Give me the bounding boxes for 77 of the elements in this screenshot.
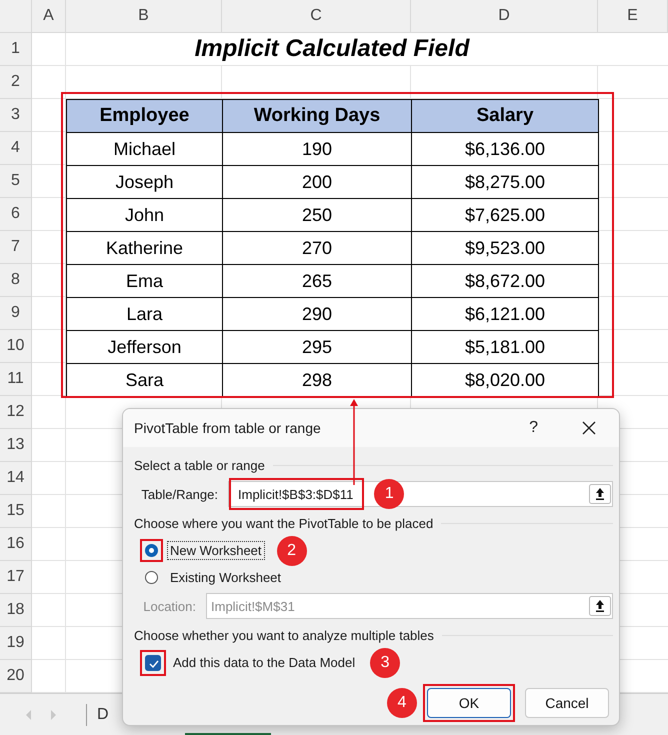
table-cell: Sara — [66, 363, 223, 397]
help-button[interactable]: ? — [529, 419, 538, 437]
row-header[interactable]: 16 — [0, 528, 32, 561]
dialog-title: PivotTable from table or range — [134, 420, 322, 436]
option-label[interactable]: New Worksheet — [168, 542, 264, 559]
table-cell: Michael — [66, 132, 223, 166]
table-cell: 190 — [222, 132, 412, 166]
row-header[interactable]: 1 — [0, 33, 32, 66]
collapse-dialog-icon[interactable] — [589, 484, 611, 504]
section-label: Select a table or range — [134, 458, 265, 472]
table-cell: Jefferson — [66, 330, 223, 364]
cancel-button[interactable]: Cancel — [525, 688, 609, 718]
table-cell: Katherine — [66, 231, 223, 265]
row-header[interactable]: 19 — [0, 627, 32, 660]
row-header[interactable]: 15 — [0, 495, 32, 528]
table-cell: 295 — [222, 330, 412, 364]
row-header[interactable]: 13 — [0, 429, 32, 462]
checkbox-label[interactable]: Add this data to the Data Model — [171, 654, 358, 671]
step-callout: 3 — [370, 648, 400, 678]
step-callout: 2 — [276, 536, 307, 566]
column-header[interactable]: D — [411, 0, 598, 33]
row-header[interactable]: 3 — [0, 99, 32, 132]
table-cell: John — [66, 198, 223, 232]
table-cell: $6,136.00 — [411, 132, 599, 166]
table-header-cell: Employee — [66, 99, 223, 133]
close-icon[interactable] — [582, 421, 596, 435]
table-cell: $8,672.00 — [411, 264, 599, 298]
field-value: Implicit!$M$31 — [210, 598, 296, 616]
row-header[interactable]: 18 — [0, 594, 32, 627]
row-header[interactable]: 7 — [0, 231, 32, 264]
row-header[interactable]: 20 — [0, 660, 32, 693]
table-header-cell: Working Days — [222, 99, 412, 133]
row-header[interactable]: 14 — [0, 462, 32, 495]
table-cell: 200 — [222, 165, 412, 199]
row-header[interactable]: 10 — [0, 330, 32, 363]
row-header[interactable]: 11 — [0, 363, 32, 396]
step-callout: 4 — [387, 688, 417, 718]
radio-button[interactable] — [145, 544, 158, 557]
column-header[interactable]: B — [66, 0, 222, 33]
field-label: Table/Range: — [140, 486, 219, 502]
column-header[interactable]: A — [32, 0, 66, 33]
row-header[interactable]: 9 — [0, 297, 32, 330]
table-cell: 265 — [222, 264, 412, 298]
radio-button[interactable] — [145, 571, 158, 584]
section-label: Choose where you want the PivotTable to be placed — [134, 516, 434, 530]
section-label: Choose whether you want to analyze multiple tables — [134, 628, 434, 642]
column-header[interactable]: C — [222, 0, 411, 33]
field-label: Location: — [142, 598, 197, 614]
ok-button[interactable]: OK — [427, 688, 511, 718]
table-cell: Lara — [66, 297, 223, 331]
row-header[interactable]: 17 — [0, 561, 32, 594]
step-callout: 1 — [374, 479, 404, 509]
row-header[interactable]: 2 — [0, 66, 32, 99]
table-cell: Ema — [66, 264, 223, 298]
row-header[interactable]: 5 — [0, 165, 32, 198]
table-cell: 298 — [222, 363, 412, 397]
range-field[interactable]: Implicit!$B$3:$D$11 1 — [228, 481, 613, 507]
table-cell: 290 — [222, 297, 412, 331]
option-label[interactable]: Existing Worksheet — [168, 569, 284, 586]
table-header-cell: Salary — [411, 99, 599, 133]
table-cell: $6,121.00 — [411, 297, 599, 331]
column-header[interactable]: E — [598, 0, 668, 33]
row-header[interactable]: 6 — [0, 198, 32, 231]
table-cell: 250 — [222, 198, 412, 232]
table-cell: $7,625.00 — [411, 198, 599, 232]
row-header[interactable]: 8 — [0, 264, 32, 297]
table-cell: $8,020.00 — [411, 363, 599, 397]
table-cell: $8,275.00 — [411, 165, 599, 199]
table-cell: 270 — [222, 231, 412, 265]
checkbox[interactable] — [145, 654, 161, 670]
table-cell: $5,181.00 — [411, 330, 599, 364]
row-header[interactable]: 12 — [0, 396, 32, 429]
table-cell: Joseph — [66, 165, 223, 199]
field-value: Implicit!$B$3:$D$11 — [237, 486, 354, 504]
row-header[interactable]: 4 — [0, 132, 32, 165]
sheet-tab[interactable]: D — [97, 706, 109, 724]
table-cell: $9,523.00 — [411, 231, 599, 265]
